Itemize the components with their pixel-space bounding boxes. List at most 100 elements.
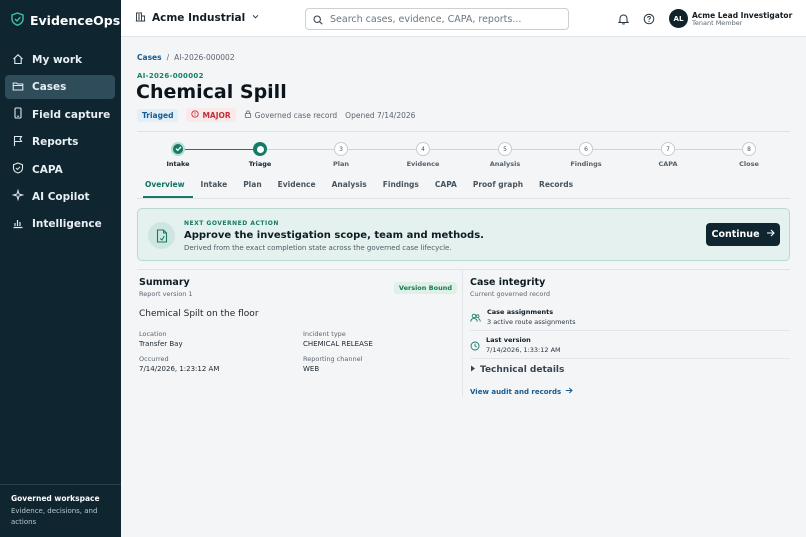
step-intake[interactable]: Intake — [148, 142, 208, 168]
notifications-button[interactable] — [616, 12, 630, 26]
flag-icon — [12, 135, 24, 150]
help-button[interactable] — [642, 12, 656, 26]
page-title: Chemical Spill — [136, 81, 287, 103]
summary-text: Chemical Spilt on the floor — [139, 309, 259, 319]
step-plan[interactable]: 3 Plan — [311, 142, 371, 168]
view-audit-link[interactable]: View audit and records — [470, 387, 573, 396]
sidebar-footer: Governed workspace Evidence, decisions, … — [0, 484, 121, 528]
integrity-subtitle: Current governed record — [470, 290, 551, 298]
field-label: Incident type — [303, 330, 346, 338]
action-subtitle: Derived from the exact completion state … — [184, 244, 452, 252]
field-label: Location — [139, 330, 167, 338]
reporting-channel-field: Reporting channel WEB — [303, 355, 453, 373]
step-analysis[interactable]: 5 Analysis — [475, 142, 535, 168]
sidebar-item-intelligence[interactable]: Intelligence — [5, 212, 115, 236]
help-circle-icon — [643, 10, 655, 29]
sidebar-item-cases[interactable]: Cases — [5, 75, 115, 100]
assignments-text: 3 active route assignments — [487, 318, 576, 326]
shield-check-icon — [12, 162, 24, 177]
step-label: CAPA — [658, 160, 678, 168]
divider — [470, 330, 790, 331]
sidebar: EvidenceOps My work Cases Field capture … — [0, 0, 121, 537]
step-indicator — [253, 142, 267, 156]
action-title: Approve the investigation scope, team an… — [184, 230, 484, 241]
avatar[interactable]: AL — [669, 9, 688, 28]
step-findings[interactable]: 6 Findings — [556, 142, 616, 168]
technical-details-toggle[interactable]: Technical details — [470, 365, 564, 375]
field-value: WEB — [303, 365, 320, 373]
brand[interactable]: EvidenceOps — [11, 11, 120, 30]
sidebar-item-reports[interactable]: Reports — [5, 130, 115, 154]
sidebar-nav: My work Cases Field capture Reports CAPA… — [5, 48, 115, 240]
assignments-title: Case assignments — [487, 308, 554, 316]
sidebar-item-capa[interactable]: CAPA — [5, 158, 115, 182]
step-label: Analysis — [489, 160, 521, 168]
main-content: Cases / AI-2026-000002 AI-2026-000002 Ch… — [121, 37, 806, 537]
tab-intake[interactable]: Intake — [193, 180, 236, 198]
incident-type-field: Incident type CHEMICAL RELEASE — [303, 330, 453, 348]
step-triage[interactable]: Triage — [230, 142, 290, 168]
continue-label: Continue — [711, 229, 760, 240]
status-badge: Triaged — [137, 108, 179, 122]
caret-right-icon — [470, 365, 476, 375]
tab-overview[interactable]: Overview — [137, 180, 193, 198]
governance-label: Governed case record — [244, 110, 337, 120]
severity-badge: MAJOR — [186, 108, 236, 122]
step-evidence[interactable]: 4 Evidence — [393, 142, 453, 168]
opened-date: Opened 7/14/2026 — [345, 110, 416, 120]
continue-button[interactable]: Continue — [706, 223, 780, 246]
severity-label: MAJOR — [202, 110, 231, 120]
search-input[interactable] — [330, 13, 550, 25]
step-label: Plan — [332, 160, 349, 168]
tab-proof-graph[interactable]: Proof graph — [465, 180, 531, 198]
alert-circle-icon — [191, 110, 200, 120]
sidebar-item-label: Intelligence — [32, 218, 102, 231]
action-kicker: NEXT GOVERNED ACTION — [184, 220, 279, 227]
tab-plan[interactable]: Plan — [235, 180, 269, 198]
tab-capa[interactable]: CAPA — [427, 180, 465, 198]
field-value: CHEMICAL RELEASE — [303, 340, 373, 348]
tab-evidence[interactable]: Evidence — [270, 180, 324, 198]
step-capa[interactable]: 7 CAPA — [638, 142, 698, 168]
version-text: 7/14/2026, 1:33:12 AM — [486, 346, 561, 354]
last-version-row: Last version 7/14/2026, 1:33:12 AM — [470, 336, 790, 355]
technical-details-label: Technical details — [480, 365, 565, 375]
case-id: AI-2026-000002 — [137, 72, 204, 80]
sidebar-item-label: My work — [32, 54, 83, 66]
breadcrumb-separator: / — [166, 53, 170, 62]
folder-icon — [12, 80, 24, 95]
breadcrumb: Cases / AI-2026-000002 — [137, 53, 235, 62]
location-field: Location Transfer Bay — [139, 330, 289, 348]
search-box[interactable] — [305, 8, 569, 30]
tenant-switcher[interactable]: Acme Industrial — [135, 11, 260, 25]
tab-records[interactable]: Records — [531, 180, 581, 198]
sidebar-item-my-work[interactable]: My work — [5, 48, 115, 72]
section-divider — [137, 269, 790, 270]
step-label: Close — [739, 160, 759, 168]
next-action-card: NEXT GOVERNED ACTION Approve the investi… — [137, 208, 790, 261]
field-value: 7/14/2026, 1:23:12 AM — [139, 365, 220, 373]
step-number: 7 — [661, 142, 675, 156]
column-divider — [462, 269, 463, 397]
sidebar-item-label: Cases — [32, 81, 67, 94]
tab-findings[interactable]: Findings — [375, 180, 427, 198]
sidebar-item-field-capture[interactable]: Field capture — [5, 103, 115, 127]
occurred-field: Occurred 7/14/2026, 1:23:12 AM — [139, 355, 289, 373]
clock-icon — [470, 336, 480, 355]
breadcrumb-cases-link[interactable]: Cases — [137, 53, 162, 62]
tenant-name: Acme Industrial — [152, 12, 246, 24]
arrow-right-icon — [766, 229, 775, 240]
workspace-title: Governed workspace — [11, 494, 100, 503]
field-value: Transfer Bay — [139, 340, 183, 348]
arrow-right-icon — [565, 387, 573, 396]
field-label: Reporting channel — [303, 355, 363, 363]
tab-analysis[interactable]: Analysis — [324, 180, 375, 198]
sidebar-item-ai-copilot[interactable]: AI Copilot — [5, 185, 115, 209]
step-close[interactable]: 8 Close — [719, 142, 779, 168]
sidebar-item-label: AI Copilot — [32, 190, 90, 203]
bell-icon — [617, 10, 629, 29]
tabs-divider — [137, 198, 790, 199]
step-number: 3 — [334, 142, 348, 156]
bar-chart-icon — [12, 217, 24, 232]
sidebar-item-label: Field capture — [32, 108, 111, 121]
